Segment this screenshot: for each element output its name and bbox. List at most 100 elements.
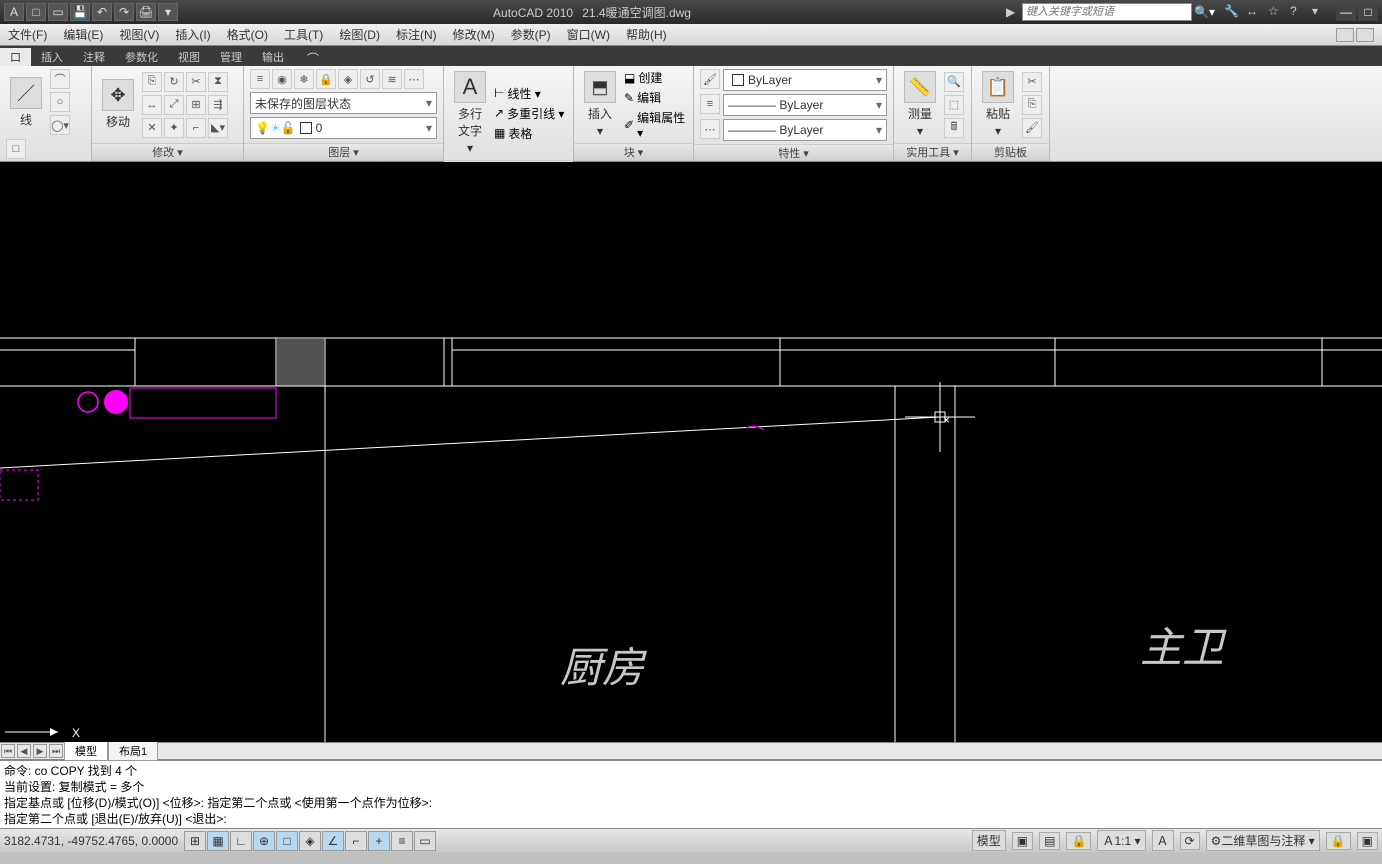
rotate-icon[interactable]: ↻: [164, 72, 184, 92]
annotation-scale-lock-icon[interactable]: 🔒: [1066, 832, 1091, 850]
help-icon[interactable]: ?: [1290, 4, 1306, 20]
selectall-icon[interactable]: ⬚: [944, 95, 964, 115]
chamfer-icon[interactable]: ◣▾: [208, 118, 228, 138]
doc-restore-button[interactable]: [1356, 28, 1374, 42]
annotation-visibility-icon[interactable]: Ａ: [1152, 830, 1174, 851]
tab-insert[interactable]: 插入: [31, 48, 73, 66]
rect-icon[interactable]: □: [6, 139, 26, 159]
tab-manage[interactable]: 管理: [210, 48, 252, 66]
layer-current-combo[interactable]: 💡☀🔓0▾: [250, 117, 437, 139]
grid-toggle[interactable]: ▦: [207, 831, 229, 851]
mleader-button[interactable]: ↗多重引线 ▾: [494, 105, 564, 122]
line-button[interactable]: ／线: [6, 75, 46, 130]
paste-button[interactable]: 📋粘贴▾: [978, 69, 1018, 140]
layer-freeze-icon[interactable]: ❄: [294, 69, 314, 89]
lineweight-combo[interactable]: ———— ByLayer▾: [723, 94, 887, 116]
tab-layout1[interactable]: 布局1: [108, 741, 158, 761]
arc-icon[interactable]: ⌒: [50, 69, 70, 89]
menu-insert[interactable]: 插入(I): [175, 26, 210, 43]
tab-output[interactable]: 输出: [252, 48, 294, 66]
block-editattr-button[interactable]: ✐编辑属性 ▾: [624, 109, 687, 140]
array-icon[interactable]: ⊞: [186, 95, 206, 115]
matchprop-icon[interactable]: 🖌: [1022, 118, 1042, 138]
tab-view[interactable]: 视图: [168, 48, 210, 66]
layer-prop-icon[interactable]: ≡: [250, 69, 270, 89]
quickselect-icon[interactable]: 🔍: [944, 72, 964, 92]
ellipse-icon[interactable]: ◯▾: [50, 115, 70, 135]
fillet-icon[interactable]: ⌐: [186, 118, 206, 138]
insert-block-button[interactable]: ⬒插入▾: [580, 69, 620, 140]
modelspace-button[interactable]: 模型: [972, 830, 1006, 851]
menu-draw[interactable]: 绘图(D): [339, 26, 380, 43]
quickview-drawings-icon[interactable]: ▤: [1039, 832, 1060, 850]
app-menu-button[interactable]: A: [4, 3, 24, 21]
block-edit-button[interactable]: ✎编辑: [624, 89, 687, 106]
measure-button[interactable]: 📏测量▾: [900, 69, 940, 140]
table-button[interactable]: ▦表格: [494, 125, 564, 142]
block-create-button[interactable]: ⬓创建: [624, 69, 687, 86]
lwt-toggle[interactable]: ≡: [391, 831, 413, 851]
tab-model[interactable]: 模型: [64, 741, 108, 761]
color-combo[interactable]: ByLayer▾: [723, 69, 887, 91]
command-line[interactable]: 命令: co COPY 找到 4 个 当前设置: 复制模式 = 多个 指定基点或…: [0, 760, 1382, 828]
panel-layers-label[interactable]: 图层 ▾: [244, 143, 443, 161]
ortho-toggle[interactable]: ∟: [230, 831, 252, 851]
open-icon[interactable]: ▭: [48, 3, 68, 21]
layer-iso-icon[interactable]: ◈: [338, 69, 358, 89]
erase-icon[interactable]: ✕: [142, 118, 162, 138]
trim-icon[interactable]: ✂: [186, 72, 206, 92]
dyn-toggle[interactable]: +: [368, 831, 390, 851]
layer-off-icon[interactable]: ◉: [272, 69, 292, 89]
undo-icon[interactable]: ↶: [92, 3, 112, 21]
search-binoculars-icon[interactable]: 🔍▾: [1194, 5, 1216, 19]
tab-last-icon[interactable]: ⏭: [49, 744, 63, 758]
new-icon[interactable]: □: [26, 3, 46, 21]
star-icon[interactable]: ☆: [1268, 4, 1284, 20]
qat-dropdown-icon[interactable]: ▾: [158, 3, 178, 21]
panel-properties-label[interactable]: 特性 ▾: [694, 144, 893, 161]
tab-parametric[interactable]: 参数化: [115, 48, 168, 66]
tab-prev-icon[interactable]: ◀: [17, 744, 31, 758]
menu-modify[interactable]: 修改(M): [453, 26, 495, 43]
menu-view[interactable]: 视图(V): [119, 26, 159, 43]
menu-parametric[interactable]: 参数(P): [511, 26, 551, 43]
annotation-autoscale-icon[interactable]: ⟳: [1180, 832, 1200, 850]
exchange-icon[interactable]: ↔: [1246, 4, 1262, 20]
ribbon-toggle-icon[interactable]: ⌒: [304, 50, 322, 66]
annotation-scale[interactable]: Ａ1:1 ▾: [1097, 830, 1145, 851]
linetype-icon[interactable]: ⋯: [700, 119, 720, 139]
menu-help[interactable]: 帮助(H): [626, 26, 667, 43]
otrack-toggle[interactable]: ∠: [322, 831, 344, 851]
dim-linear-button[interactable]: ⊢线性 ▾: [494, 85, 564, 102]
linetype-combo[interactable]: ———— ByLayer▾: [723, 119, 887, 141]
osnap-toggle[interactable]: □: [276, 831, 298, 851]
copy-icon[interactable]: ⎘: [142, 72, 162, 92]
coords-display[interactable]: 3182.4731, -49752.4765, 0.0000: [4, 834, 184, 848]
cut-icon[interactable]: ✂: [1022, 72, 1042, 92]
layer-lock-icon[interactable]: 🔒: [316, 69, 336, 89]
maximize-button[interactable]: □: [1358, 3, 1378, 21]
redo-icon[interactable]: ↷: [114, 3, 134, 21]
mirror-icon[interactable]: ⧗: [208, 72, 228, 92]
stretch-icon[interactable]: ↔: [142, 95, 162, 115]
offset-icon[interactable]: ⇶: [208, 95, 228, 115]
quickview-layouts-icon[interactable]: ▣: [1012, 832, 1033, 850]
layer-prev-icon[interactable]: ↺: [360, 69, 380, 89]
copy-clip-icon[interactable]: ⎘: [1022, 95, 1042, 115]
explode-icon[interactable]: ✦: [164, 118, 184, 138]
match-prop-icon[interactable]: 🖌: [700, 69, 720, 89]
snap-toggle[interactable]: ⊞: [184, 831, 206, 851]
menu-format[interactable]: 格式(O): [227, 26, 268, 43]
menu-window[interactable]: 窗口(W): [567, 26, 610, 43]
menu-file[interactable]: 文件(F): [8, 26, 47, 43]
layer-state-combo[interactable]: 未保存的图层状态▾: [250, 92, 437, 114]
layer-match-icon[interactable]: ≋: [382, 69, 402, 89]
menu-tools[interactable]: 工具(T): [284, 26, 323, 43]
panel-utilities-label[interactable]: 实用工具 ▾: [894, 143, 971, 161]
hardware-accel-icon[interactable]: ▣: [1357, 832, 1378, 850]
tab-home[interactable]: 口: [0, 48, 31, 66]
scale-icon[interactable]: ⤢: [164, 95, 184, 115]
save-icon[interactable]: 💾: [70, 3, 90, 21]
help-dropdown-icon[interactable]: ▾: [1312, 4, 1328, 20]
layer-more-icon[interactable]: ⋯: [404, 69, 424, 89]
